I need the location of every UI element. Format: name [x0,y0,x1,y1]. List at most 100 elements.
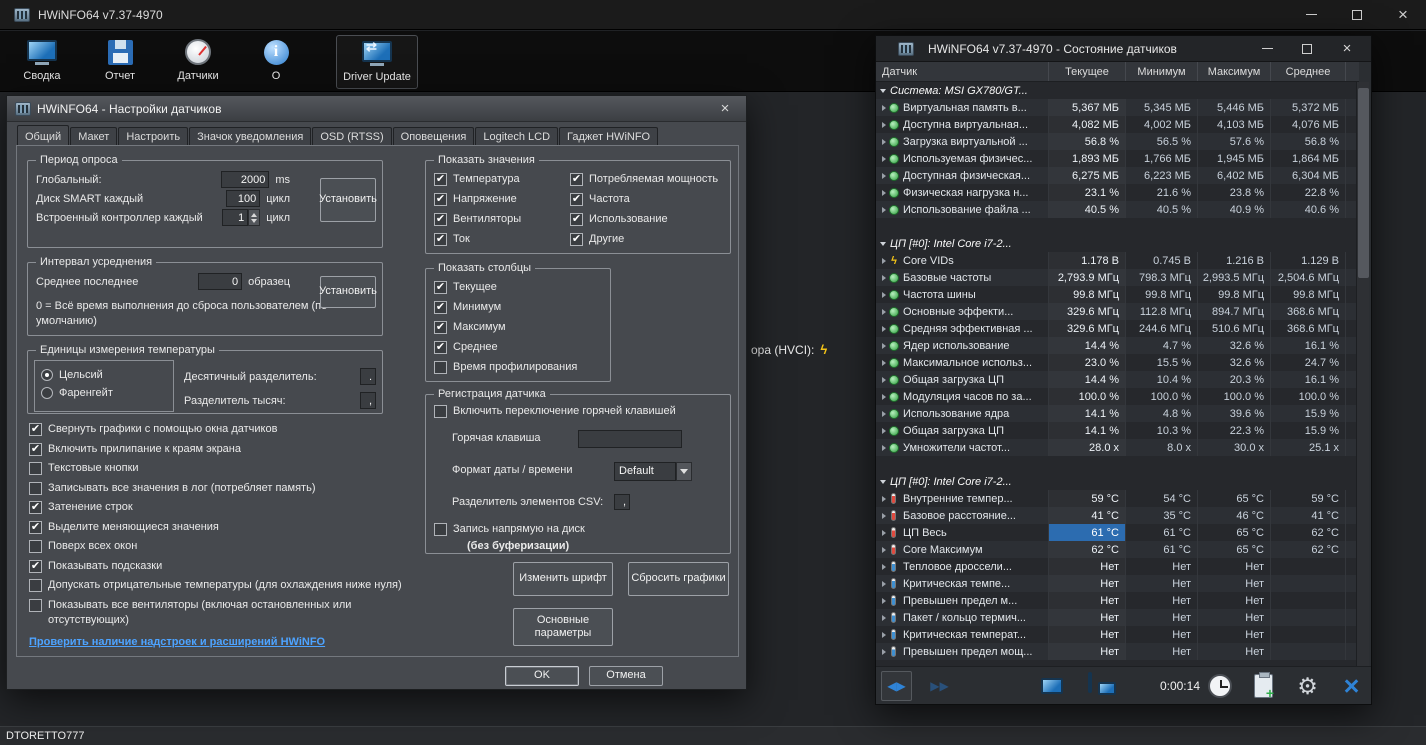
close-sensors-button[interactable]: × [1336,671,1367,701]
chevron-right-icon[interactable] [882,597,886,604]
cancel-button[interactable]: Отмена [589,666,663,686]
chevron-right-icon[interactable] [882,546,886,553]
addons-link[interactable]: Проверить наличие надстроек и расширений… [29,636,325,648]
logging-start-button[interactable] [1248,671,1279,701]
chevron-right-icon[interactable] [882,189,886,196]
toolbar-button-sensors[interactable]: Датчики [166,35,230,89]
sensor-row[interactable]: Критическая темпе... Нет Нет Нет [876,575,1359,592]
general-option-checkbox[interactable]: ✔ Выделите меняющиеся значения [29,520,419,535]
chevron-right-icon[interactable] [882,257,886,264]
chevron-right-icon[interactable] [882,274,886,281]
sensor-row[interactable]: ЦП Весь 61 °C 61 °C 65 °C 62 °C [876,524,1359,541]
summary-monitor-button[interactable] [1036,671,1067,701]
averaging-input[interactable] [198,273,243,290]
sensor-row[interactable]: Использование файла ... 40.5 % 40.5 % 40.9 … [876,201,1359,218]
general-option-checkbox[interactable]: Допускать отрицательные температуры (для… [29,578,419,593]
sensor-row[interactable]: Базовые частоты 2,793.9 МГц 798.3 МГц 2,993… [876,269,1359,286]
toolbar-button-about[interactable]: О [244,35,308,89]
show-column-checkbox[interactable]: Время профилирования [434,360,602,375]
ok-button[interactable]: OK [505,666,579,686]
sensor-row[interactable]: Загрузка виртуальной ... 56.8 % 56.5 % 57.6… [876,133,1359,150]
minimize-button[interactable] [1288,0,1334,29]
thousands-separator-input[interactable] [360,392,376,409]
toolbar-button-report[interactable]: Отчет [88,35,152,89]
dialog-close-button[interactable]: × [712,100,738,117]
global-polling-input[interactable] [221,171,270,188]
scrollbar-thumb[interactable] [1358,88,1369,278]
chevron-right-icon[interactable] [882,104,886,111]
tab-0[interactable]: Общий [17,125,70,145]
chevron-right-icon[interactable] [882,359,886,366]
sensors-minimize-button[interactable] [1247,37,1287,61]
tab-4[interactable]: OSD (RTSS) [312,127,392,145]
sensor-group-header[interactable]: Система: MSI GX780/GT... [876,82,1359,99]
hotkey-toggle-checkbox[interactable]: Включить переключение горячей клавишей [434,404,676,418]
chevron-right-icon[interactable] [882,512,886,519]
decimal-separator-input[interactable] [360,368,376,385]
sensor-settings-button[interactable]: ⚙ [1292,671,1323,701]
show-value-checkbox[interactable]: ✔ Вентиляторы [434,212,570,227]
show-value-checkbox[interactable]: ✔ Другие [570,232,722,247]
chevron-right-icon[interactable] [882,206,886,213]
chevron-right-icon[interactable] [882,138,886,145]
show-value-checkbox[interactable]: ✔ Использование [570,212,722,227]
general-option-checkbox[interactable]: Показывать все вентиляторы (включая оста… [29,598,419,628]
direct-write-checkbox[interactable]: Запись напрямую на диск [434,522,585,536]
show-column-checkbox[interactable]: ✔ Минимум [434,300,602,315]
maximize-button[interactable] [1334,0,1380,29]
chevron-right-icon[interactable] [882,631,886,638]
sensor-row[interactable]: Core Максимум 62 °C 61 °C 65 °C 62 °C [876,541,1359,558]
general-option-checkbox[interactable]: Текстовые кнопки [29,461,419,476]
settings-dialog-titlebar[interactable]: HWiNFO64 - Настройки датчиков × [7,96,746,122]
sensor-group-header[interactable]: ЦП [#0]: Intel Core i7-2... [876,473,1359,490]
sensor-row[interactable]: Средняя эффективная ... 329.6 МГц 244.6 МГ… [876,320,1359,337]
sensor-row[interactable]: Доступная физическая... 6,275 МБ 6,223 МБ 6… [876,167,1359,184]
chevron-right-icon[interactable] [882,121,886,128]
show-value-checkbox[interactable]: ✔ Ток [434,232,570,247]
sensor-row[interactable]: Виртуальная память в... 5,367 МБ 5,345 МБ 5… [876,99,1359,116]
radio-fahrenheit[interactable]: Фаренгейт [41,384,167,402]
sensors-close-button[interactable]: × [1327,37,1367,61]
chevron-right-icon[interactable] [882,342,886,349]
csv-separator-input[interactable] [614,494,630,510]
sensor-row[interactable]: Умножители частот... 28.0 x 8.0 x 30.0 x 25.… [876,439,1359,456]
sensor-row[interactable]: Доступна виртуальная... 4,082 МБ 4,002 МБ 4… [876,116,1359,133]
sensor-row[interactable]: Ядер использование 14.4 % 4.7 % 32.6 % 16.1 … [876,337,1359,354]
set-polling-button[interactable]: Установить [319,178,377,222]
general-option-checkbox[interactable]: ✔ Включить прилипание к краям экрана [29,442,419,457]
sensor-row[interactable]: Тепловое дроссели... Нет Нет Нет [876,558,1359,575]
sensor-row[interactable]: ϟ Core VIDs 1.178 В 0.745 В 1.216 В 1.129 В [876,252,1359,269]
column-header-4[interactable]: Среднее [1271,62,1346,81]
main-parameters-button[interactable]: Основные параметры [513,608,613,646]
reset-graphs-button[interactable]: Сбросить графики [628,562,729,596]
chevron-right-icon[interactable] [882,155,886,162]
chevron-right-icon[interactable] [882,495,886,502]
chevron-right-icon[interactable] [882,410,886,417]
chevron-right-icon[interactable] [882,291,886,298]
tab-7[interactable]: Гаджет HWiNFO [559,127,659,145]
column-header-1[interactable]: Текущее [1049,62,1126,81]
show-column-checkbox[interactable]: ✔ Текущее [434,280,602,295]
show-column-checkbox[interactable]: ✔ Среднее [434,340,602,355]
general-option-checkbox[interactable]: ✔ Показывать подсказки [29,559,419,574]
sensors-titlebar[interactable]: HWiNFO64 v7.37-4970 - Состояние датчиков… [876,36,1371,62]
datetime-format-select[interactable]: Default [614,462,692,481]
general-option-checkbox[interactable]: Записывать все значения в лог (потребляе… [29,481,419,496]
column-header-2[interactable]: Минимум [1126,62,1198,81]
change-font-button[interactable]: Изменить шрифт [513,562,613,596]
general-option-checkbox[interactable]: ✔ Затенение строк [29,500,419,515]
ec-polling-input[interactable] [222,209,249,226]
sensor-row[interactable]: Модуляция часов по за... 100.0 % 100.0 % 10… [876,388,1359,405]
show-column-checkbox[interactable]: ✔ Максимум [434,320,602,335]
hotkey-input[interactable] [578,430,682,448]
show-value-checkbox[interactable]: ✔ Потребляемая мощность [570,172,722,187]
tab-2[interactable]: Настроить [118,127,189,145]
chevron-right-icon[interactable] [882,580,886,587]
sensor-row[interactable]: Пакет / кольцо термич... Нет Нет Нет [876,609,1359,626]
chevron-right-icon[interactable] [882,308,886,315]
sensor-group-header[interactable]: ЦП [#0]: Intel Core i7-2... [876,235,1359,252]
sensor-row[interactable]: Критическая температ... Нет Нет Нет [876,626,1359,643]
stepper-buttons[interactable] [248,209,261,226]
sensor-row[interactable]: Максимальное использ... 23.0 % 15.5 % 32.6 … [876,354,1359,371]
chevron-right-icon[interactable] [882,648,886,655]
